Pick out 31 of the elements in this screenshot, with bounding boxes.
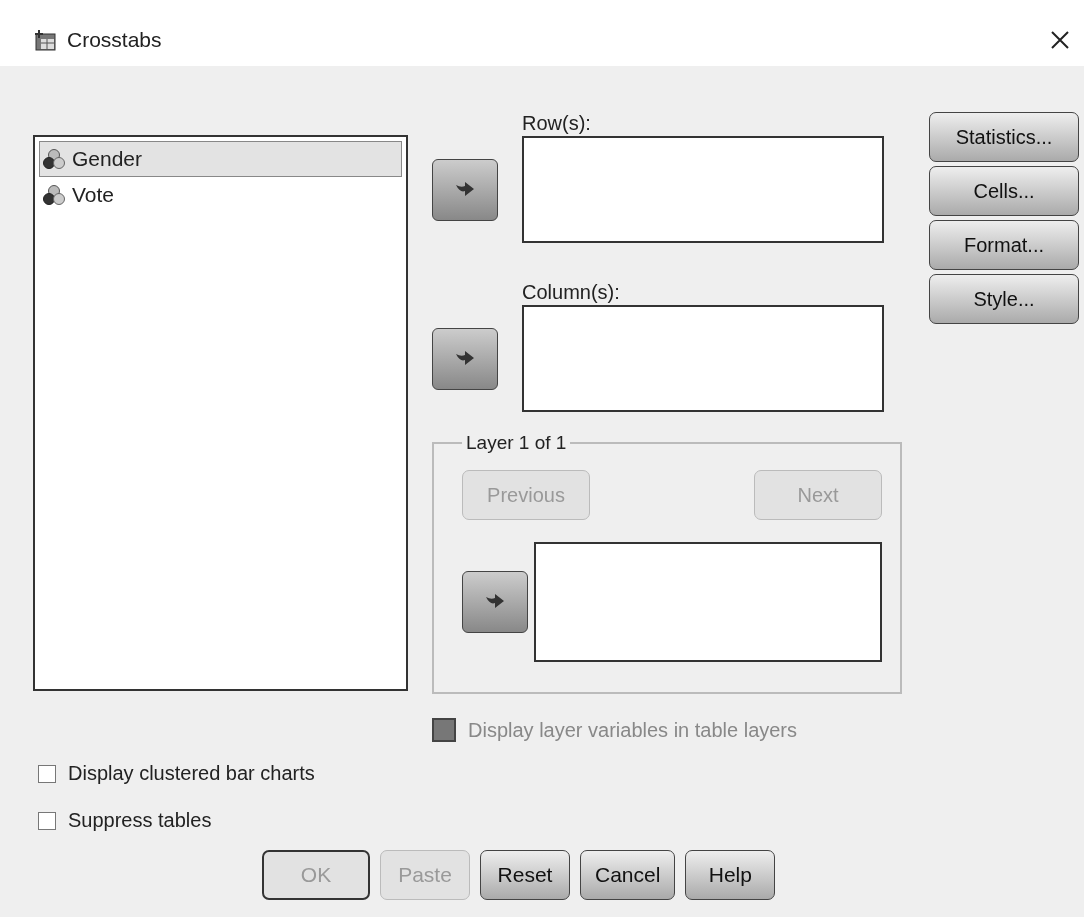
- dialog-button[interactable]: Cells...: [929, 166, 1079, 216]
- layer-title: Layer 1 of 1: [465, 432, 568, 454]
- window-title: Crosstabs: [67, 28, 163, 52]
- move-right-button[interactable]: [462, 571, 528, 633]
- dialog-button[interactable]: Help: [685, 850, 776, 900]
- checkbox-label: Display layer variables in table layers: [468, 718, 798, 742]
- checkbox[interactable]: [38, 764, 56, 783]
- table-icon: [33, 29, 57, 51]
- variable-item[interactable]: Gender: [39, 141, 402, 177]
- dialog-button[interactable]: Reset: [480, 850, 570, 900]
- dialog-button[interactable]: Cancel: [580, 850, 676, 900]
- columns-box[interactable]: [522, 305, 884, 412]
- checkbox[interactable]: [38, 811, 56, 830]
- checkbox-label: Suppress tables: [68, 809, 212, 832]
- move-right-button[interactable]: [432, 327, 498, 390]
- move-right-button[interactable]: [432, 158, 498, 221]
- dialog-button[interactable]: Statistics...: [929, 112, 1079, 162]
- rows-label: Row(s):: [522, 112, 592, 136]
- rows-box[interactable]: [522, 136, 884, 243]
- dialog-button[interactable]: Style...: [929, 274, 1079, 324]
- columns-label: Column(s):: [522, 281, 621, 305]
- arrow-icon: [454, 349, 476, 368]
- arrow-icon: [454, 180, 476, 199]
- variable-icon: [42, 148, 66, 170]
- arrow-icon: [484, 593, 506, 611]
- layer-box[interactable]: [534, 542, 882, 662]
- checkbox-label: Display clustered bar charts: [68, 762, 315, 785]
- dialog-button[interactable]: Format...: [929, 220, 1079, 270]
- variable-item[interactable]: Vote: [39, 177, 402, 213]
- variable-icon: [42, 184, 66, 206]
- close-button[interactable]: [1050, 30, 1070, 50]
